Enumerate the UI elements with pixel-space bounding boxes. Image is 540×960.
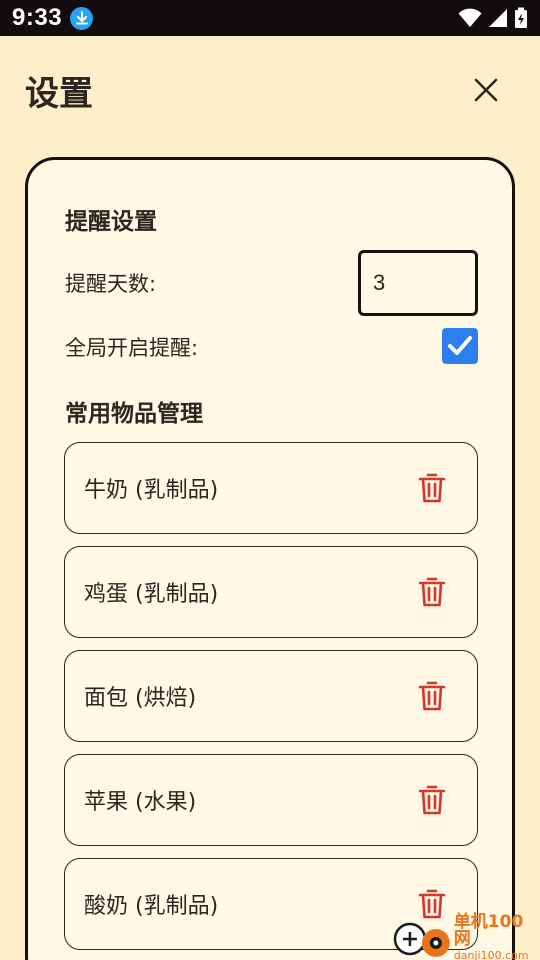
list-item: 牛奶 (乳制品) [64,442,478,534]
list-item: 苹果 (水果) [64,754,478,846]
item-label: 面包 (烘焙) [84,686,197,711]
list-item: 鸡蛋 (乳制品) [64,546,478,638]
trash-icon [419,473,445,503]
reminder-section-title: 提醒设置 [65,209,157,235]
watermark-text: 单机100网 [453,911,524,949]
trash-icon [419,785,445,815]
settings-card: 提醒设置 提醒天数: 全局开启提醒: 常用物品管理 牛奶 (乳制品) 鸡蛋 (乳… [25,157,515,960]
reminder-days-input[interactable] [358,250,478,316]
status-icons [458,7,528,29]
watermark: 单机100网 danji100.com [390,911,540,960]
global-reminder-label: 全局开启提醒: [65,336,199,360]
reminder-days-label: 提醒天数: [65,272,157,296]
list-item: 面包 (烘焙) [64,650,478,742]
download-icon [70,6,94,30]
page-title: 设置 [25,74,93,114]
delete-button[interactable] [415,575,449,609]
checkmark-icon [448,336,472,355]
item-label: 牛奶 (乳制品) [84,478,219,503]
battery-charging-icon [515,7,527,28]
item-label: 酸奶 (乳制品) [84,894,219,919]
signal-icon [489,9,507,27]
item-label: 鸡蛋 (乳制品) [84,582,219,607]
status-time: 9:33 [12,4,63,31]
trash-icon [419,577,445,607]
global-reminder-checkbox[interactable] [442,328,478,364]
status-bar: 9:33 [0,0,540,36]
item-label: 苹果 (水果) [84,790,197,815]
watermark-logo-icon [393,922,450,957]
wifi-icon [458,8,482,27]
trash-icon [419,681,445,711]
close-button[interactable] [466,70,506,110]
delete-button[interactable] [415,679,449,713]
delete-button[interactable] [415,783,449,817]
close-icon [474,78,498,102]
items-section-title: 常用物品管理 [65,401,203,427]
delete-button[interactable] [415,471,449,505]
watermark-url: danji100.com [453,948,529,960]
